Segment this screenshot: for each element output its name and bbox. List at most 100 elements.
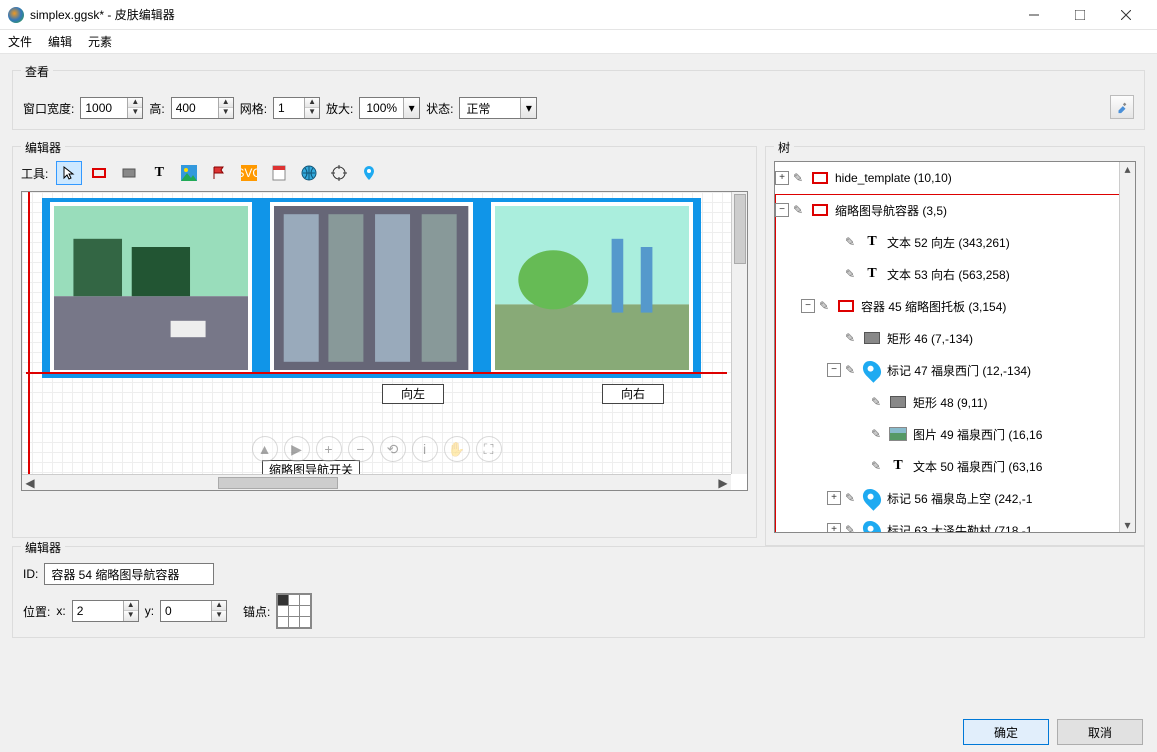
- ctrl-plus-icon[interactable]: +: [316, 436, 342, 462]
- thumbnail-1[interactable]: [50, 202, 252, 374]
- tree-node[interactable]: +✎hide_template (10,10): [775, 162, 1119, 194]
- tree-node[interactable]: −✎ 缩略图导航容器 (3,5): [775, 194, 1119, 226]
- tree-node-label: hide_template (10,10): [835, 171, 952, 185]
- view-legend: 查看: [21, 63, 53, 80]
- ctrl-info-icon[interactable]: i: [412, 436, 438, 462]
- menu-edit[interactable]: 编辑: [48, 33, 72, 50]
- height-input[interactable]: ▲▼: [171, 97, 234, 119]
- tree-node[interactable]: −✎ 容器 45 缩略图托板 (3,154): [775, 290, 1119, 322]
- id-field[interactable]: 容器 54 缩略图导航容器: [44, 563, 214, 585]
- tool-globe[interactable]: [296, 161, 322, 185]
- props-legend: 编辑器: [21, 539, 65, 556]
- edit-icon: ✎: [845, 363, 859, 377]
- tree-node[interactable]: ✎ 图片 49 福泉西门 (16,16: [775, 418, 1119, 450]
- tool-pdf[interactable]: [266, 161, 292, 185]
- y-label: y:: [145, 604, 154, 618]
- x-input[interactable]: ▲▼: [72, 600, 139, 622]
- expand-icon[interactable]: +: [775, 171, 789, 185]
- titlebar: simplex.ggsk* - 皮肤编辑器: [0, 0, 1157, 30]
- edit-icon: ✎: [819, 299, 833, 313]
- tree-node[interactable]: −✎标记 47 福泉西门 (12,-134): [775, 354, 1119, 386]
- canvas[interactable]: 向左 向右 缩略图导航开关 ▲ ▶ + − ⟲ i ✋ ⛶: [21, 191, 748, 491]
- tree-node[interactable]: ✎T文本 53 向右 (563,258): [775, 258, 1119, 290]
- tool-marker[interactable]: [356, 161, 382, 185]
- tree-node[interactable]: ✎ 矩形 48 (9,11): [775, 386, 1119, 418]
- canvas-controls: ▲ ▶ + − ⟲ i ✋ ⛶: [22, 436, 731, 462]
- app-icon: [8, 7, 24, 23]
- tool-pointer[interactable]: [56, 161, 82, 185]
- thumbnail-2[interactable]: [270, 202, 472, 374]
- tool-flag[interactable]: [206, 161, 232, 185]
- nav-left-label[interactable]: 向左: [382, 384, 444, 404]
- tree-node-label: 文本 52 向左 (343,261): [887, 234, 1010, 251]
- tools-label: 工具:: [21, 165, 48, 182]
- cancel-button[interactable]: 取消: [1057, 719, 1143, 745]
- expand-icon[interactable]: +: [827, 523, 841, 532]
- tool-text[interactable]: T: [146, 161, 172, 185]
- tool-target[interactable]: [326, 161, 352, 185]
- edit-icon: ✎: [845, 523, 859, 532]
- ctrl-full-icon[interactable]: ⛶: [476, 436, 502, 462]
- maximize-button[interactable]: [1057, 0, 1103, 30]
- edit-icon: ✎: [845, 331, 859, 345]
- tree-node[interactable]: + ✎ 标记 56 福泉岛上空 (242,-1: [775, 482, 1119, 514]
- thumbnail-strip: [42, 198, 701, 378]
- window-title: simplex.ggsk* - 皮肤编辑器: [30, 6, 1011, 23]
- ok-button[interactable]: 确定: [963, 719, 1049, 745]
- thumbnail-3[interactable]: [491, 202, 693, 374]
- tool-container[interactable]: [86, 161, 112, 185]
- selection-guide-v: [28, 192, 30, 474]
- props-group: 编辑器 ID: 容器 54 缩略图导航容器 位置: x: ▲▼ y: ▲▼ 锚点…: [12, 546, 1145, 638]
- tree-node[interactable]: ✎T文本 52 向左 (343,261): [775, 226, 1119, 258]
- tree-node-label: 容器 45 缩略图托板 (3,154): [861, 298, 1006, 315]
- editor-legend: 编辑器: [21, 139, 65, 156]
- state-select[interactable]: 正常▾: [459, 97, 537, 119]
- width-label: 窗口宽度:: [23, 100, 74, 117]
- tree-node-label: 矩形 48 (9,11): [913, 394, 987, 411]
- expand-icon[interactable]: +: [827, 491, 841, 505]
- settings-button[interactable]: [1110, 95, 1134, 119]
- edit-icon: ✎: [793, 203, 807, 217]
- anchor-label: 锚点:: [243, 603, 270, 620]
- canvas-scrollbar-v[interactable]: [731, 192, 747, 474]
- edit-icon: ✎: [845, 267, 859, 281]
- minimize-button[interactable]: [1011, 0, 1057, 30]
- tree-node-label: 图片 49 福泉西门 (16,16: [913, 426, 1042, 443]
- tree[interactable]: +✎hide_template (10,10)−✎缩略图导航容器 (3,5)✎T…: [775, 162, 1119, 532]
- y-input[interactable]: ▲▼: [160, 600, 227, 622]
- tree-scrollbar-v[interactable]: ▴▾: [1119, 162, 1135, 532]
- expand-icon[interactable]: −: [775, 203, 789, 217]
- ctrl-reset-icon[interactable]: ⟲: [380, 436, 406, 462]
- tree-node[interactable]: ✎矩形 46 (7,-134): [775, 322, 1119, 354]
- tool-image[interactable]: [176, 161, 202, 185]
- nav-right-label[interactable]: 向右: [602, 384, 664, 404]
- tool-rect[interactable]: [116, 161, 142, 185]
- zoom-select[interactable]: 100%▾: [359, 97, 420, 119]
- edit-icon: ✎: [845, 491, 859, 505]
- close-button[interactable]: [1103, 0, 1149, 30]
- tool-svg[interactable]: SVG: [236, 161, 262, 185]
- menu-element[interactable]: 元素: [88, 33, 112, 50]
- grid-input[interactable]: ▲▼: [273, 97, 320, 119]
- edit-icon: ✎: [871, 395, 885, 409]
- id-label: ID:: [23, 567, 38, 581]
- tree-node[interactable]: +✎标记 63 大泽牛勒村 (718,-1: [775, 514, 1119, 532]
- menu-file[interactable]: 文件: [8, 33, 32, 50]
- ctrl-hand-icon[interactable]: ✋: [444, 436, 470, 462]
- tree-node-label: 文本 53 向右 (563,258): [887, 266, 1010, 283]
- edit-icon: ✎: [871, 427, 885, 441]
- width-input[interactable]: ▲▼: [80, 97, 143, 119]
- ctrl-up-icon[interactable]: ▲: [252, 436, 278, 462]
- expand-icon[interactable]: −: [801, 299, 815, 313]
- ctrl-minus-icon[interactable]: −: [348, 436, 374, 462]
- canvas-scrollbar-h[interactable]: ◀▶: [22, 474, 731, 490]
- tree-node-label: 标记 56 福泉岛上空 (242,-1: [887, 490, 1032, 507]
- anchor-picker[interactable]: [276, 593, 312, 629]
- tree-legend: 树: [774, 139, 794, 156]
- expand-icon[interactable]: −: [827, 363, 841, 377]
- tree-node-label: 缩略图导航容器 (3,5): [835, 202, 947, 219]
- tree-node[interactable]: ✎T文本 50 福泉西门 (63,16: [775, 450, 1119, 482]
- height-label: 高:: [149, 100, 164, 117]
- ctrl-right-icon[interactable]: ▶: [284, 436, 310, 462]
- edit-icon: ✎: [871, 459, 885, 473]
